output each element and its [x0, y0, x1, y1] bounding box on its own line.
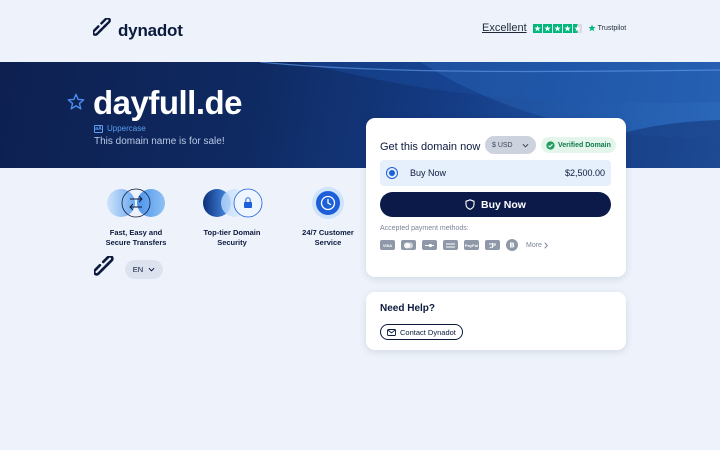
chain-link-icon[interactable]: [92, 254, 116, 283]
chain-link-icon: [92, 17, 113, 43]
amex-icon: [443, 240, 458, 250]
text-case-icon: aA: [94, 124, 103, 133]
chevron-down-icon: [522, 143, 529, 148]
lock-icon: [197, 186, 267, 220]
half-star-icon: [572, 23, 582, 33]
favorite-star-icon[interactable]: [67, 93, 85, 116]
buy-now-label: Buy Now: [481, 198, 526, 211]
case-toggle-label: Uppercase: [107, 124, 146, 133]
feature-label: Fast, Easy and Secure Transfers: [105, 228, 167, 247]
transfer-icon: [101, 186, 171, 220]
help-card: Need Help? Contact Dynadot: [366, 292, 626, 350]
star-icon: [552, 23, 562, 33]
site-header: dynadot Excellent Trustpilot: [0, 0, 720, 62]
trust-rating-label[interactable]: Excellent: [482, 22, 527, 34]
more-label: More: [526, 241, 542, 249]
payment-methods-label: Accepted payment methods:: [380, 225, 469, 232]
verified-label: Verified Domain: [558, 141, 611, 149]
help-title: Need Help?: [380, 303, 436, 314]
contact-button[interactable]: Contact Dynadot: [380, 324, 463, 340]
feature-label: Top-tier Domain Security: [203, 228, 261, 247]
feature-security: Top-tier Domain Security: [184, 186, 280, 248]
trustpilot-star-icon: [587, 24, 596, 32]
buy-now-option[interactable]: Buy Now $2,500.00: [380, 160, 611, 186]
trust-stars: [532, 23, 582, 33]
verified-badge: Verified Domain: [541, 137, 616, 153]
trustpilot-name: Trustpilot: [597, 24, 627, 32]
option-price: $2,500.00: [564, 168, 605, 178]
payment-methods: VISA PayPal B More: [380, 239, 548, 251]
star-icon: [542, 23, 552, 33]
purchase-card: Get this domain now $ USD Verified Domai…: [366, 118, 626, 277]
language-selector[interactable]: EN: [125, 260, 163, 279]
language-value: EN: [132, 265, 144, 274]
option-label: Buy Now: [410, 168, 447, 178]
chevron-right-icon: [544, 241, 548, 249]
clock-icon: [311, 186, 345, 220]
star-icon: [562, 23, 572, 33]
paypal-icon: PayPal: [464, 240, 479, 250]
bitcoin-icon: B: [506, 239, 518, 251]
case-toggle[interactable]: aA Uppercase: [94, 124, 146, 133]
brand-logo[interactable]: dynadot: [92, 17, 183, 43]
buy-now-button[interactable]: Buy Now: [380, 192, 611, 217]
domain-name-heading: dayfull.de: [93, 84, 243, 121]
alipay-icon: [485, 240, 500, 250]
feature-transfers: Fast, Easy and Secure Transfers: [88, 186, 184, 248]
footer-controls: EN: [92, 254, 163, 283]
feature-label: 24/7 Customer Service: [302, 228, 354, 247]
trustpilot-widget[interactable]: Excellent Trustpilot: [482, 22, 626, 34]
star-icon: [532, 23, 542, 33]
currency-selector[interactable]: $ USD: [485, 136, 536, 154]
mail-icon: [387, 328, 396, 336]
svg-text:B: B: [509, 241, 514, 249]
shield-icon: [465, 199, 475, 210]
discover-icon: [422, 240, 437, 250]
chevron-down-icon: [148, 267, 155, 272]
feature-support: 24/7 Customer Service: [280, 186, 376, 248]
contact-label: Contact Dynadot: [400, 327, 456, 337]
purchase-title: Get this domain now: [380, 141, 481, 153]
features-row: Fast, Easy and Secure Transfers Top-tier …: [88, 186, 376, 248]
visa-icon: VISA: [380, 240, 395, 250]
for-sale-subtitle: This domain name is for sale!: [94, 136, 225, 147]
currency-value: $ USD: [492, 141, 513, 149]
mastercard-icon: [401, 240, 416, 250]
brand-name: dynadot: [118, 20, 183, 40]
check-circle-icon: [546, 140, 555, 150]
more-payment-methods-link[interactable]: More: [526, 242, 548, 249]
trustpilot-logo: Trustpilot: [587, 24, 627, 32]
option-radio[interactable]: [386, 167, 398, 179]
